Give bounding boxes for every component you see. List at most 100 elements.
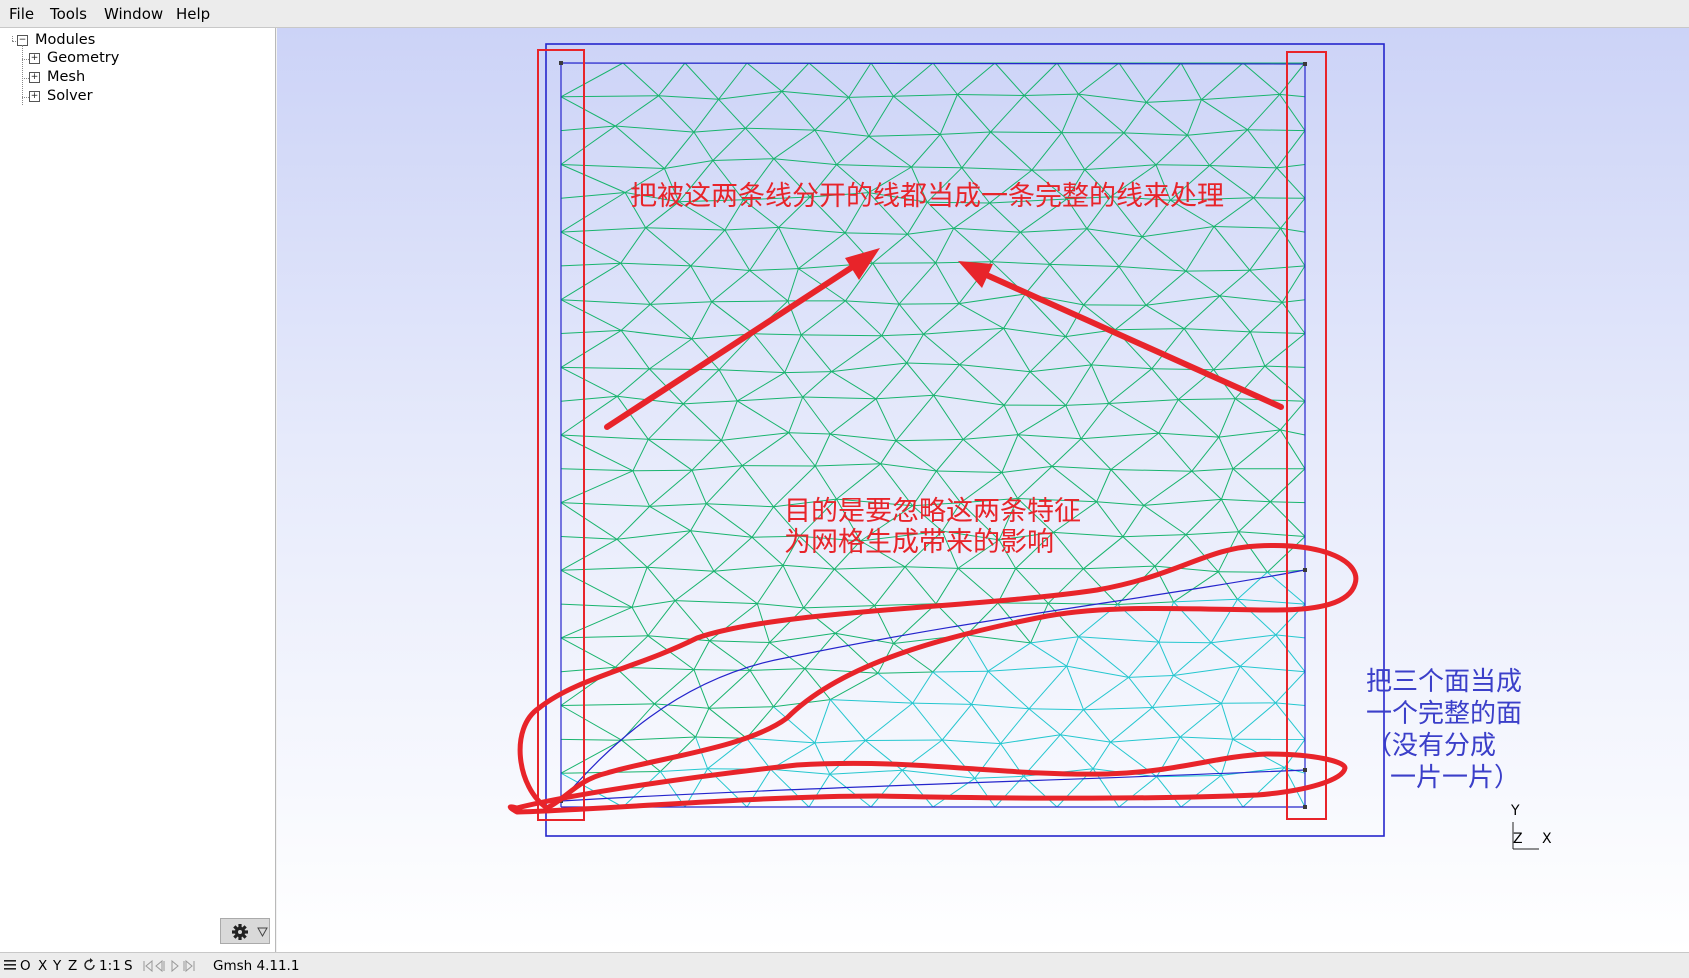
mesh-edge [709, 640, 770, 643]
mesh-edge [829, 398, 877, 435]
mesh-edge [814, 433, 831, 467]
mesh-edge [646, 530, 691, 568]
mesh-edge [874, 566, 906, 606]
view-y-button[interactable]: Y [53, 958, 61, 974]
app-version: Gmsh 4.11.1 [213, 958, 300, 974]
expand-icon[interactable]: + [29, 72, 40, 83]
mesh-edge [895, 394, 934, 442]
mesh-edge [713, 570, 758, 605]
mesh-edge [829, 773, 872, 808]
mesh-edge [1145, 62, 1182, 103]
mesh-edge [560, 262, 621, 267]
mesh-edge [815, 463, 881, 467]
mesh-edge [1276, 167, 1306, 199]
mesh-edge [875, 398, 897, 442]
mesh-edge [746, 62, 783, 92]
mesh-edge [912, 702, 943, 741]
mesh-edge [1173, 598, 1238, 603]
scale-button[interactable]: 1:1 [99, 958, 121, 974]
mesh-edge [718, 90, 782, 100]
mesh-edge [757, 603, 804, 609]
mesh-edge [1030, 364, 1092, 373]
mesh-edge [1122, 534, 1186, 538]
mesh-edge [899, 303, 960, 305]
mesh-edge [737, 372, 785, 402]
mesh-edge [942, 739, 1001, 745]
mesh-edge [1030, 603, 1049, 644]
mesh-edge [957, 94, 1025, 96]
rotate-icon[interactable] [83, 958, 97, 976]
mesh-edge [1003, 327, 1066, 338]
mesh-edge [1276, 130, 1306, 169]
mesh-edge [690, 265, 750, 271]
mesh-edge [560, 62, 624, 98]
mesh-edge [1183, 295, 1221, 329]
mesh-edge [895, 438, 964, 442]
mesh-edge [836, 164, 912, 168]
view-x-button[interactable]: X [38, 958, 47, 974]
annotation-loop-lower [507, 751, 1348, 815]
mesh-edge [1017, 434, 1053, 467]
mesh-edge [1221, 498, 1271, 503]
mesh-edge [1158, 641, 1212, 644]
view-z-button[interactable]: Z [68, 958, 77, 974]
tree-item-mesh[interactable]: Mesh [47, 68, 85, 86]
mesh-edge [1110, 707, 1153, 743]
mesh-edge [868, 133, 941, 137]
mesh-edge [1028, 708, 1061, 736]
mesh-edge [923, 327, 1004, 335]
mesh-edge [1155, 134, 1188, 166]
mesh-edge [649, 368, 720, 371]
mesh-edge [1249, 302, 1283, 333]
mesh-edge [959, 364, 1031, 373]
annotation-text-middle: 目的是要忽略这两条特征 为网格生成带来的影响 [784, 496, 1081, 558]
mesh-edge [1185, 531, 1239, 536]
expand-icon[interactable]: + [29, 53, 40, 64]
mesh-edge [941, 704, 972, 741]
graphics-viewport[interactable]: 把被这两条线分开的线都当成一条完整的线来处理 目的是要忽略这两条特征 为网格生成… [277, 28, 1689, 952]
mesh-edge [560, 125, 616, 132]
tree-item-solver[interactable]: Solver [47, 87, 93, 105]
mesh-edge [933, 395, 964, 440]
menu-help[interactable]: Help [176, 5, 210, 23]
mesh-edge [848, 97, 870, 137]
expand-icon[interactable]: + [29, 91, 40, 102]
settings-button[interactable] [220, 918, 270, 944]
tree-item-geometry[interactable]: Geometry [47, 49, 119, 67]
mesh-edge [1000, 708, 1030, 744]
mesh-edge [560, 536, 618, 540]
select-button[interactable]: S [124, 958, 133, 974]
mesh-edge [904, 566, 959, 569]
mesh-edge [1158, 641, 1174, 676]
mesh-edge [961, 131, 991, 169]
menu-file[interactable]: File [9, 5, 34, 23]
mesh-edge [560, 395, 618, 402]
mesh-edge [560, 192, 626, 199]
mesh-edge [987, 665, 1067, 672]
mesh-edge [1210, 599, 1238, 643]
menu-icon[interactable] [4, 958, 16, 976]
mesh-edge [1141, 236, 1187, 272]
mesh-edge [1003, 404, 1019, 435]
playback-controls[interactable] [142, 959, 202, 977]
mesh-edge [560, 468, 633, 472]
menu-window[interactable]: Window [104, 5, 163, 23]
mesh-edge [1145, 102, 1188, 136]
mesh-edge [773, 158, 837, 166]
view-origin-button[interactable]: O [20, 958, 31, 974]
mesh-edge [1220, 468, 1234, 500]
menu-tools[interactable]: Tools [50, 5, 87, 23]
mesh-edge [773, 129, 816, 160]
mesh-edge [1264, 333, 1306, 367]
mesh-edge [830, 672, 879, 701]
mesh-edge [560, 569, 633, 608]
mesh-edge [560, 606, 633, 639]
tree-item-modules[interactable]: Modules [35, 31, 95, 49]
mesh-edge [1117, 601, 1174, 605]
mesh-edge [803, 607, 836, 634]
mesh-edge [693, 640, 710, 670]
mesh-edge [1118, 62, 1147, 103]
mesh-edge [560, 299, 622, 331]
mesh-edge [649, 304, 693, 340]
mesh-edge [741, 465, 774, 508]
